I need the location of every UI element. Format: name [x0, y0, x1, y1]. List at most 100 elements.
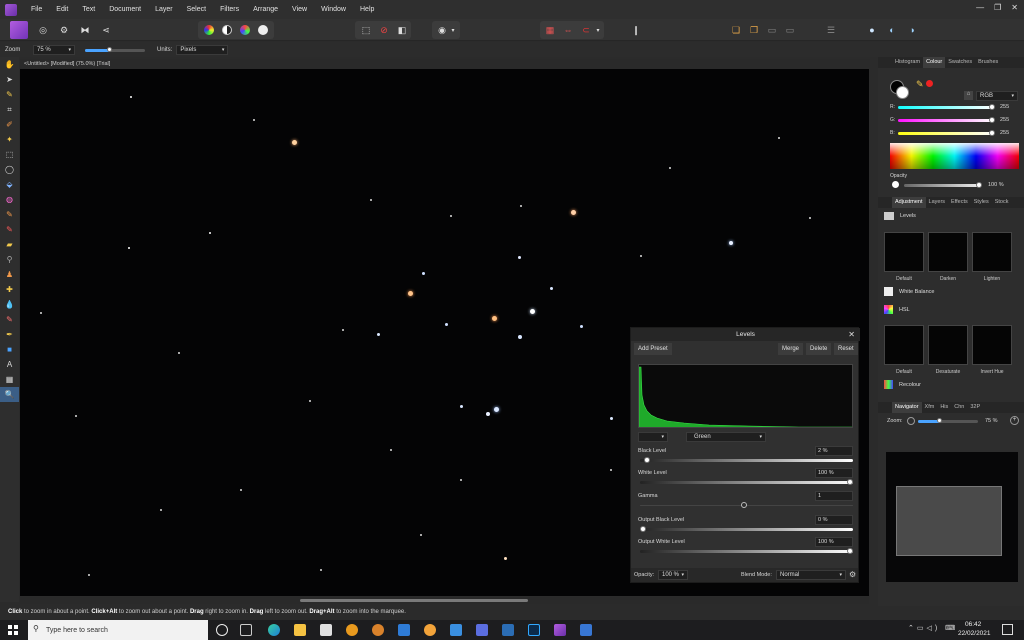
deselect-icon[interactable]: ⊘ [376, 22, 392, 38]
auto-colours-icon[interactable] [237, 22, 253, 38]
tab-histogram[interactable]: Histogram [892, 57, 923, 68]
develop-persona-button[interactable]: ⚙ [56, 22, 72, 38]
menu-select[interactable]: Select [187, 6, 206, 13]
menu-window[interactable]: Window [321, 6, 346, 13]
photo-persona-button[interactable] [10, 21, 28, 39]
hsl-preset-invert-hue[interactable] [972, 325, 1012, 365]
freehand-select-icon[interactable]: ◯ [0, 162, 19, 177]
snap-dropdown-icon[interactable]: ▾ [594, 22, 602, 38]
output-white-knob[interactable] [847, 548, 853, 554]
dodge-brush-icon[interactable]: ⚲ [0, 252, 19, 267]
taskbar-date[interactable]: 22/02/2021 [958, 630, 991, 637]
levels-preset-default[interactable] [884, 232, 924, 272]
paint-brush-icon[interactable]: ✎ [0, 207, 19, 222]
white-level-slider[interactable] [640, 481, 853, 484]
menu-arrange[interactable]: Arrange [253, 6, 278, 13]
invert-selection-icon[interactable]: ◧ [394, 22, 410, 38]
file-explorer-icon[interactable] [294, 624, 306, 636]
studio-chat-icon[interactable]: ● [864, 22, 880, 38]
marquee-icon[interactable]: ⬚ [358, 22, 374, 38]
brush-option-icon[interactable]: ❙ [628, 22, 644, 38]
colour-mode-dropdown[interactable]: RGB ▾ [976, 91, 1018, 101]
tab-swatches[interactable]: Swatches [945, 57, 975, 68]
black-level-knob[interactable] [644, 457, 651, 463]
cortana-icon[interactable] [216, 624, 228, 636]
close-icon[interactable]: ✕ [848, 330, 855, 339]
windows-start-icon[interactable] [8, 625, 18, 635]
marquee-tool-icon[interactable]: ⬚ [0, 147, 19, 162]
mode-dropdown-icon[interactable]: ▾ [449, 22, 457, 38]
adjustment-white-balance[interactable]: White Balance [884, 287, 934, 296]
menu-edit[interactable]: Edit [56, 6, 68, 13]
r-slider[interactable] [898, 106, 993, 109]
gradient-tool-icon[interactable]: ◍ [0, 192, 19, 207]
tab-styles[interactable]: Styles [971, 197, 992, 208]
task-view-icon[interactable] [240, 624, 252, 636]
arrange-top-icon[interactable]: ▭ [764, 22, 780, 38]
app-icon-5[interactable] [450, 624, 462, 636]
preset-dropdown[interactable]: ▾ [638, 432, 668, 442]
taskbar-search[interactable]: ⚲ Type here to search [28, 620, 208, 640]
white-level-knob[interactable] [847, 479, 853, 485]
tab-history[interactable]: His [937, 402, 951, 413]
adjustment-recolour[interactable]: Recolour [884, 380, 921, 389]
app-icon-8[interactable] [580, 624, 592, 636]
b-slider[interactable] [898, 132, 993, 135]
close-window-button[interactable]: ✕ [1011, 3, 1018, 12]
tab-effects[interactable]: Effects [948, 197, 971, 208]
mesh-warp-icon[interactable]: ▦ [0, 372, 19, 387]
liquify-persona-button[interactable]: ◎ [35, 22, 51, 38]
navigator-viewport[interactable] [896, 486, 1002, 556]
g-slider-knob[interactable] [989, 117, 995, 123]
blur-brush-icon[interactable]: 💧 [0, 297, 19, 312]
app-icon-3[interactable] [398, 624, 410, 636]
zoom-slider[interactable] [85, 45, 145, 55]
magnet-icon[interactable]: ⊂ [578, 22, 594, 38]
minimize-button[interactable]: — [976, 3, 984, 12]
navigator-preview[interactable] [886, 452, 1018, 582]
notification-icon[interactable] [1002, 624, 1013, 635]
move-tool-icon[interactable]: ➤ [0, 72, 19, 87]
studio-user-icon[interactable]: ◑ [904, 22, 920, 38]
flood-select-icon[interactable]: ✦ [0, 132, 19, 147]
menu-document[interactable]: Document [109, 6, 141, 13]
output-black-knob[interactable] [640, 526, 646, 532]
levels-preset-darken[interactable] [928, 232, 968, 272]
reset-button[interactable]: Reset [834, 343, 858, 355]
menu-filters[interactable]: Filters [220, 6, 239, 13]
channel-dropdown[interactable]: Green ▾ [686, 432, 766, 442]
g-value[interactable]: 255 [1000, 117, 1009, 123]
horizontal-scrollbar[interactable] [20, 597, 869, 604]
tone-mapping-persona-button[interactable]: ⧓ [77, 22, 93, 38]
zoom-out-icon[interactable] [907, 417, 915, 425]
colour-replace-icon[interactable]: ✎ [0, 222, 19, 237]
adjustment-levels[interactable]: Levels [884, 212, 916, 220]
system-tray-icons[interactable]: ⌃▭◁) ⌨ [908, 624, 958, 632]
app-icon-1[interactable] [346, 624, 358, 636]
auto-contrast-icon[interactable] [219, 22, 235, 38]
brush-selection-icon[interactable]: ✐ [0, 117, 19, 132]
app-icon-4[interactable] [424, 624, 436, 636]
zoom-field[interactable]: 75 % ▾ [33, 44, 75, 55]
hsl-preset-desaturate[interactable] [928, 325, 968, 365]
arrange-bottom-icon[interactable]: ▭ [782, 22, 798, 38]
arrange-forward-icon[interactable]: ❐ [746, 22, 762, 38]
view-tool-icon[interactable]: ✋ [0, 57, 19, 72]
studio-share-icon[interactable]: ◐ [884, 22, 900, 38]
no-colour-icon[interactable] [926, 80, 933, 87]
lock-icon[interactable]: ⌂ [964, 91, 973, 100]
blend-mode-dropdown[interactable]: Normal ▾ [776, 570, 846, 580]
output-white-value[interactable]: 100 % [815, 537, 853, 547]
scrollbar-thumb[interactable] [300, 599, 528, 602]
output-black-slider[interactable] [640, 528, 853, 531]
tab-transform[interactable]: Xfm [922, 402, 938, 413]
restore-button[interactable]: ❐ [994, 3, 1001, 12]
menu-file[interactable]: File [31, 6, 42, 13]
g-slider[interactable] [898, 119, 993, 122]
gamma-value[interactable]: 1 [815, 491, 853, 501]
hsl-preset-default[interactable] [884, 325, 924, 365]
adjustment-hsl[interactable]: HSL [884, 305, 910, 314]
tab-brushes[interactable]: Brushes [975, 57, 1001, 68]
crop-tool-icon[interactable]: ⌗ [0, 102, 19, 117]
tab-layers[interactable]: Layers [926, 197, 949, 208]
